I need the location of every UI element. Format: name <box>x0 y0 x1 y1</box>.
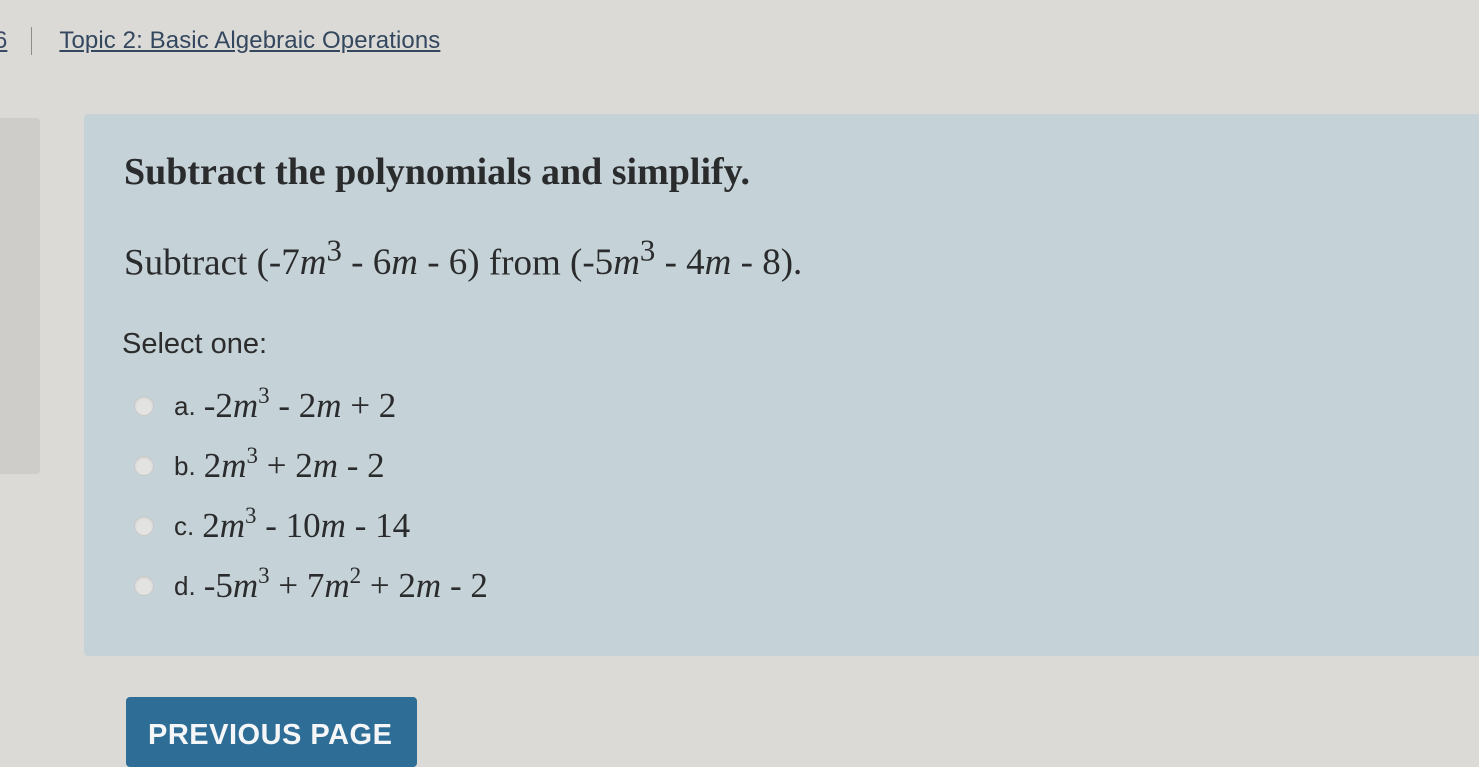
answer-options: a. -2m3 - 2m + 2 b. 2m3 + 2m - 2 c. 2m3 … <box>134 376 488 616</box>
option-c-text: 2m3 - 10m - 14 <box>202 502 411 545</box>
option-a-text: -2m3 - 2m + 2 <box>203 382 397 425</box>
question-panel: Subtract the polynomials and simplify. S… <box>84 114 1479 656</box>
option-c[interactable]: c. 2m3 - 10m - 14 <box>134 496 488 556</box>
option-letter: d. <box>174 570 196 601</box>
previous-page-button[interactable]: PREVIOUS PAGE <box>126 697 417 767</box>
breadcrumb: 6 Topic 2: Basic Algebraic Operations <box>0 24 440 58</box>
side-navigation-panel <box>0 118 40 474</box>
option-d[interactable]: d. -5m3 + 7m2 + 2m - 2 <box>134 556 488 616</box>
option-letter: c. <box>174 510 195 541</box>
select-one-label: Select one: <box>122 328 268 360</box>
option-b[interactable]: b. 2m3 + 2m - 2 <box>134 436 488 496</box>
question-title: Subtract the polynomials and simplify. <box>124 151 751 193</box>
question-prompt: Subtract (-7m3 - 6m - 6) from (-5m3 - 4m… <box>124 234 802 284</box>
option-letter: a. <box>174 390 196 421</box>
breadcrumb-divider <box>31 27 33 55</box>
prompt-expression-2: (-5m3 - 4m - 8). <box>570 234 803 284</box>
breadcrumb-previous-link[interactable]: 6 <box>0 27 7 55</box>
option-b-text: 2m3 + 2m - 2 <box>203 442 385 485</box>
breadcrumb-topic-link[interactable]: Topic 2: Basic Algebraic Operations <box>59 27 440 55</box>
prompt-word: Subtract <box>124 242 248 284</box>
radio-icon[interactable] <box>134 516 154 536</box>
option-d-text: -5m3 + 7m2 + 2m - 2 <box>203 562 488 605</box>
prompt-expression-1: (-7m3 - 6m - 6) <box>256 234 480 284</box>
radio-icon[interactable] <box>134 396 154 416</box>
option-a[interactable]: a. -2m3 - 2m + 2 <box>134 376 488 436</box>
prompt-from-word: from <box>488 242 561 284</box>
option-letter: b. <box>174 450 196 481</box>
radio-icon[interactable] <box>134 456 154 476</box>
radio-icon[interactable] <box>134 576 154 596</box>
